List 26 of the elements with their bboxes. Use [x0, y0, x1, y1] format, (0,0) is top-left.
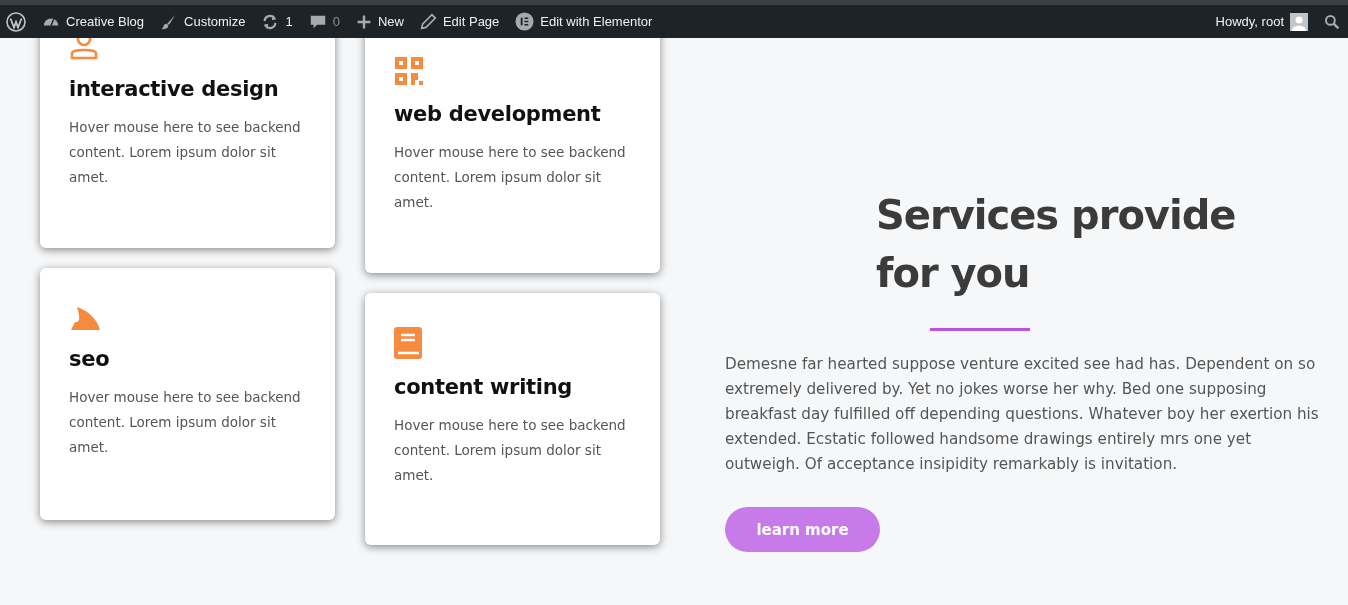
card-description: Hover mouse here to see backend content. Lorem ipsum dolor sit amet. — [394, 143, 627, 212]
book-icon — [394, 327, 422, 359]
admin-bar-link[interactable]: Creative Blog — [34, 5, 153, 38]
card-title: interactive design — [69, 77, 280, 101]
section-heading: Services provide for you — [876, 191, 1237, 298]
admin-bar-link[interactable]: Customize — [152, 5, 254, 38]
elementor-logo-icon — [515, 12, 535, 31]
qr-code-icon — [394, 55, 424, 87]
section-paragraph: Demesne far hearted suppose venture excited see had has. Dependent on so extremely delivered by. Yet no jokes worse her why. Bed one supposing breakfast day fulfilled off depending questions. Whatever boy her exertion his extended. Ecstatic followed handsome drawings entirely mrs one yet outweigh. Of acceptance insipidity remarkably is invitation. — [725, 354, 1320, 475]
pencil-icon — [419, 13, 437, 30]
admin-bar-link[interactable]: Edit with Elementor — [507, 5, 661, 38]
card-description: Hover mouse here to see backend content. Lorem ipsum dolor sit amet. — [394, 416, 627, 485]
admin-bar-link[interactable]: Edit Page — [411, 5, 508, 38]
wordpress-logo-icon — [6, 11, 26, 32]
card-title: web development — [394, 102, 602, 126]
card-title: content writing — [394, 375, 574, 399]
card-title: seo — [69, 347, 111, 371]
plus-icon — [355, 13, 372, 30]
account-menu[interactable]: Howdy, root — [1215, 5, 1316, 38]
person-icon — [69, 38, 99, 62]
admin-bar-link[interactable]: 0 — [300, 5, 348, 38]
admin-bar-link[interactable]: New — [347, 5, 412, 38]
avatar-icon — [1290, 12, 1308, 31]
admin-bar-link[interactable]: 1 — [253, 5, 301, 38]
card-description: Hover mouse here to see backend content. Lorem ipsum dolor sit amet. — [69, 388, 302, 457]
card-description: Hover mouse here to see backend content. Lorem ipsum dolor sit amet. — [69, 118, 302, 187]
